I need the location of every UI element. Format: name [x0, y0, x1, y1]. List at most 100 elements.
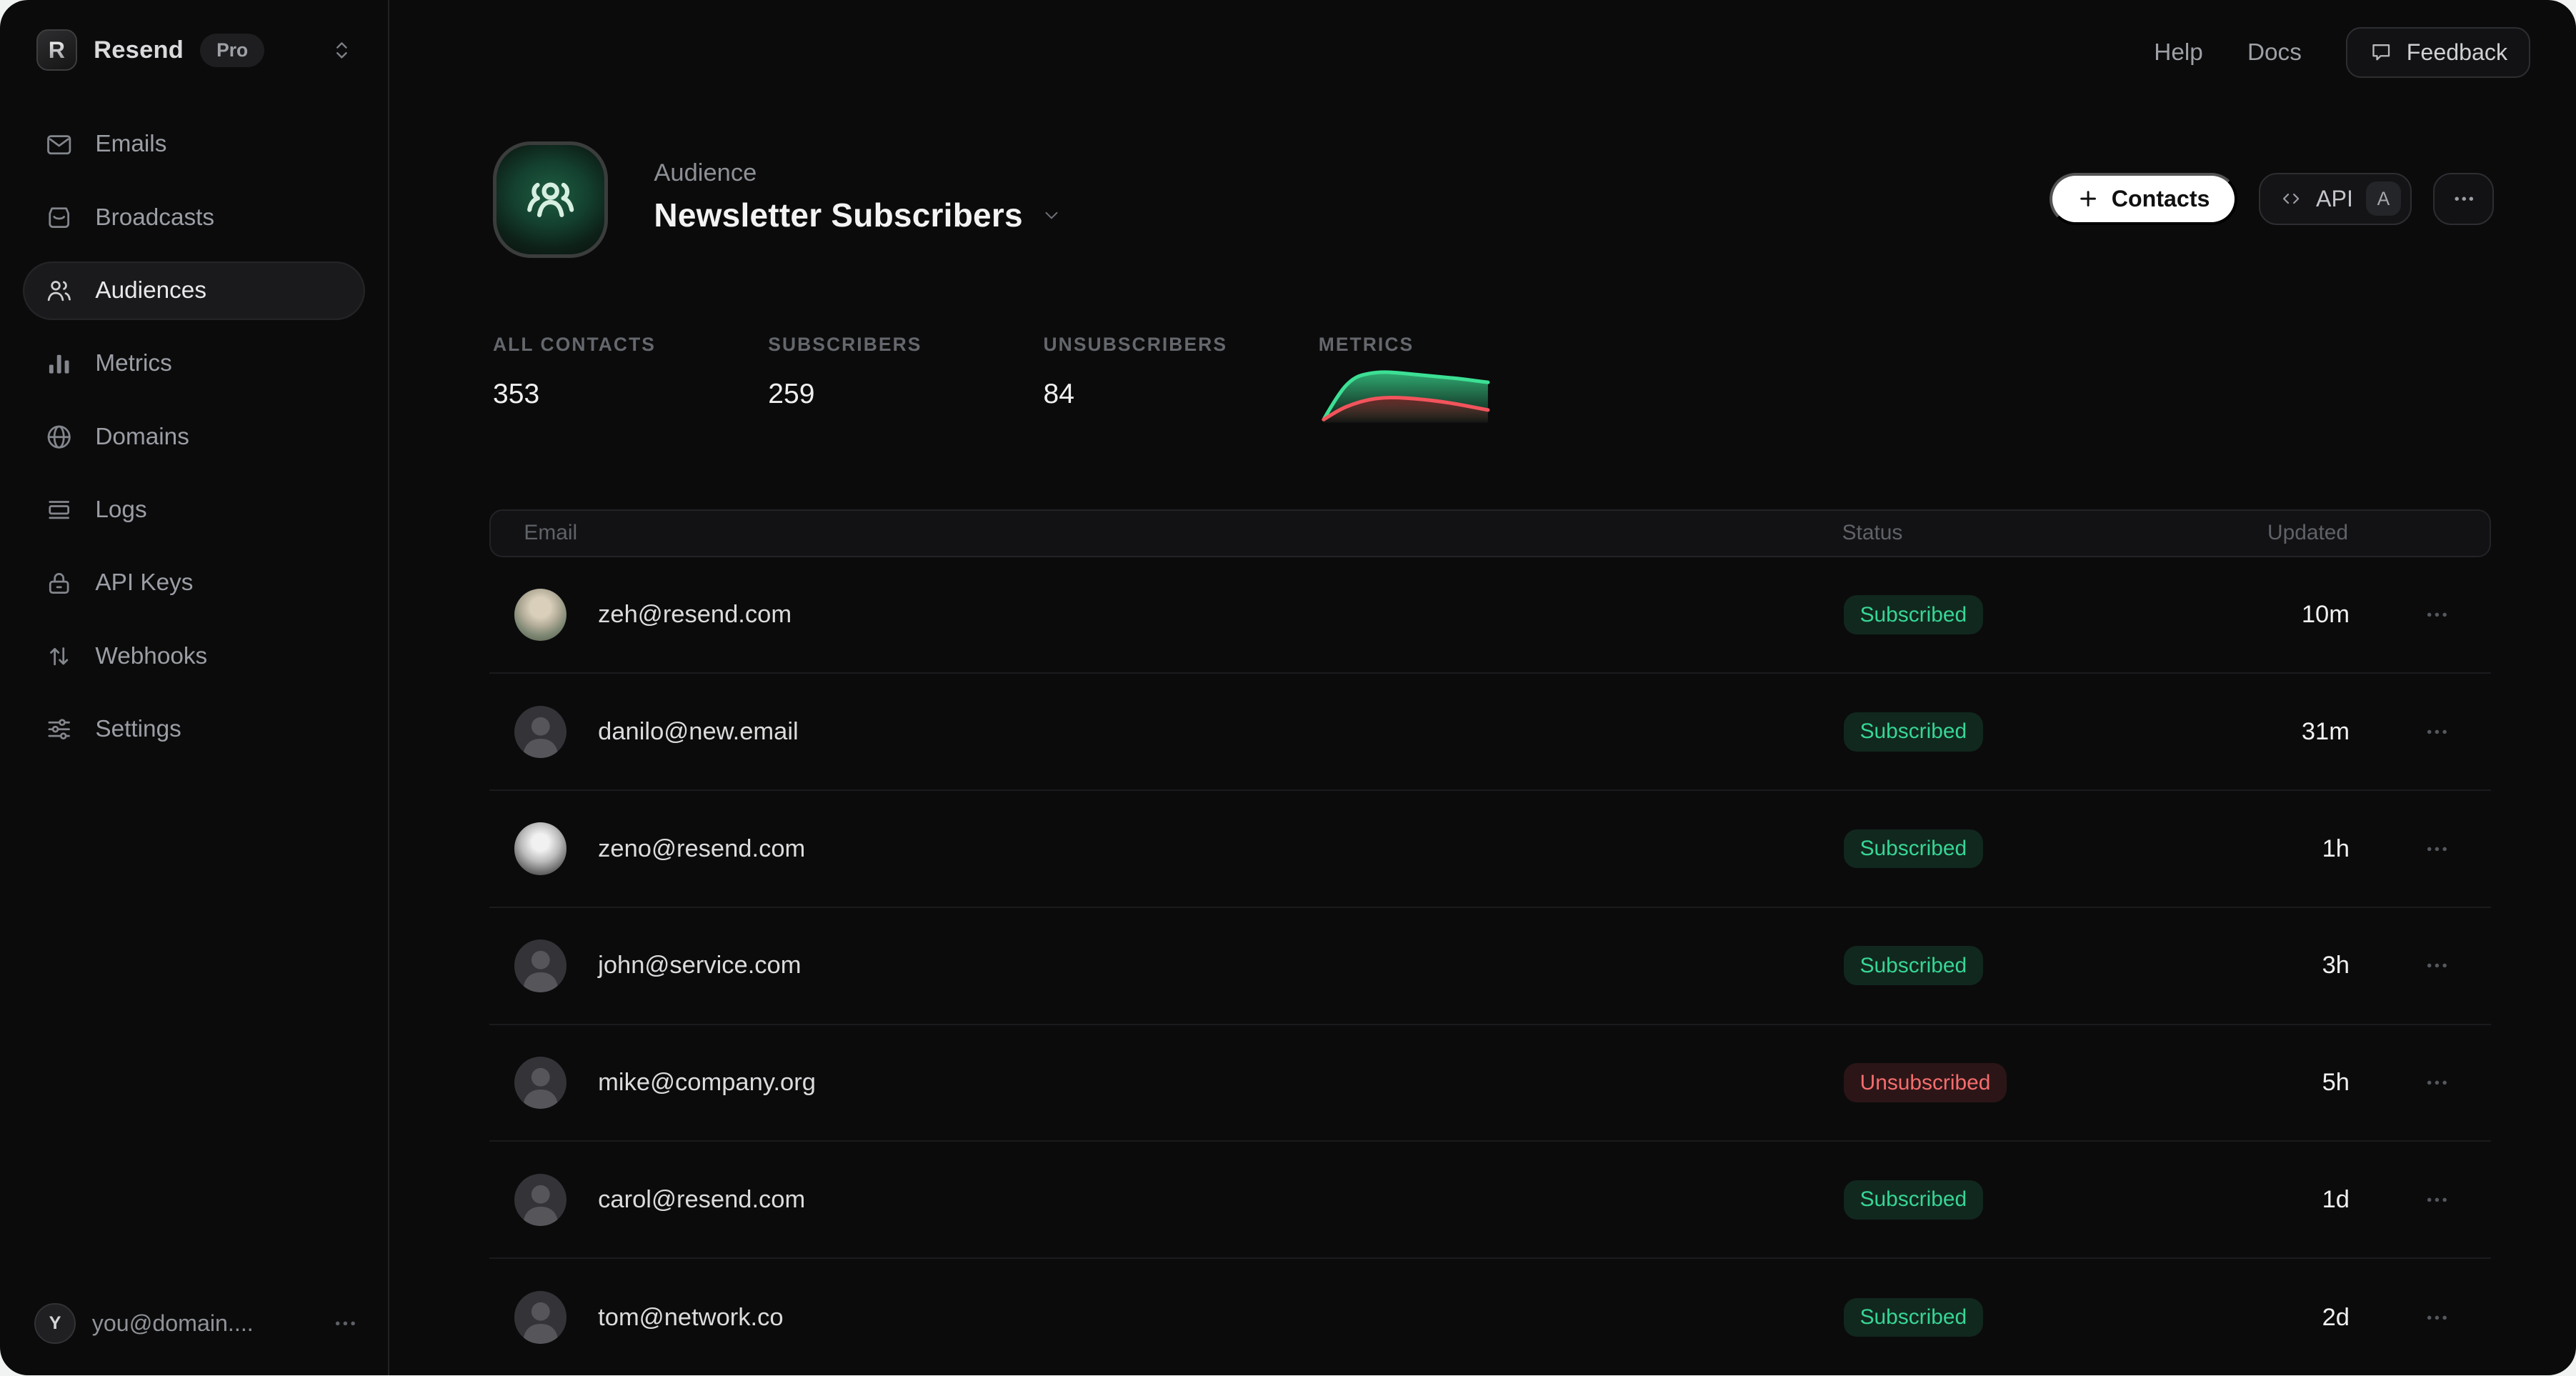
avatar-placeholder — [514, 706, 567, 759]
contact-email: danilo@new.email — [598, 718, 799, 746]
row-actions-button[interactable] — [2424, 1305, 2450, 1331]
user-email: you@domain.... — [92, 1310, 254, 1337]
stat-metrics: METRICS — [1319, 334, 1594, 423]
speech-bubble-icon — [2369, 40, 2394, 65]
people-group-icon — [519, 169, 581, 231]
status-badge: Subscribed — [1844, 829, 1984, 869]
logs-icon — [44, 495, 74, 524]
metrics-icon — [44, 349, 74, 379]
row-actions-button[interactable] — [2424, 719, 2450, 745]
avatar: Y — [34, 1303, 76, 1345]
user-account-row[interactable]: Y you@domain.... — [0, 1303, 388, 1375]
row-actions-button[interactable] — [2424, 1187, 2450, 1213]
status-badge: Unsubscribed — [1844, 1063, 2007, 1102]
app-window: R Resend Pro Emails Broadcasts Audiences Me… — [0, 0, 2576, 1375]
feedback-label: Feedback — [2407, 39, 2507, 66]
sidebar-item-label: Webhooks — [95, 643, 207, 670]
stat-unsubscribers: UNSUBSCRIBERS 84 — [1044, 334, 1319, 423]
status-badge: Subscribed — [1844, 1180, 1984, 1220]
stat-value: 259 — [768, 379, 1043, 410]
avatar-placeholder — [514, 1174, 567, 1227]
header-actions: Contacts API A — [2050, 173, 2494, 226]
page-title-row: Newsletter Subscribers — [654, 196, 1062, 234]
ellipsis-icon[interactable] — [332, 1310, 359, 1337]
table-row[interactable]: carol@resend.comSubscribed1d — [489, 1142, 2490, 1259]
code-icon — [2280, 187, 2302, 210]
status-badge: Subscribed — [1844, 946, 1984, 985]
contacts-table: Email Status Updated zeh@resend.com Subsc… — [489, 509, 2490, 1375]
sidebar-item-logs[interactable]: Logs — [23, 481, 365, 540]
avatar-placeholder — [514, 939, 567, 992]
sidebar-item-webhooks[interactable]: Webhooks — [23, 627, 365, 686]
contact-email: tom@network.co — [598, 1304, 783, 1332]
row-actions-button[interactable] — [2424, 602, 2450, 628]
column-header-updated: Updated — [2250, 521, 2348, 545]
sidebar-item-label: Logs — [95, 497, 146, 524]
row-actions-button[interactable] — [2424, 952, 2450, 979]
sidebar-item-label: Broadcasts — [95, 204, 214, 231]
docs-link[interactable]: Docs — [2247, 39, 2302, 66]
sidebar-item-settings[interactable]: Settings — [23, 700, 365, 759]
table-row[interactable]: tom@network.co Subscribed 2d — [489, 1259, 2490, 1375]
table-header: Email Status Updated — [489, 509, 2490, 557]
table-row[interactable]: danilo@new.email Subscribed 31m — [489, 674, 2490, 791]
page-eyebrow: Audience — [654, 159, 757, 187]
updated-time: 3h — [2251, 952, 2350, 979]
table-row[interactable]: zeno@resend.com Subscribed 1h — [489, 791, 2490, 908]
resend-logo: R — [36, 29, 78, 71]
column-header-email: Email — [524, 521, 1842, 545]
row-actions-button[interactable] — [2424, 836, 2450, 862]
stat-label: SUBSCRIBERS — [768, 334, 1043, 356]
workspace-switcher[interactable]: R Resend Pro — [0, 0, 388, 71]
sidebar-item-api-keys[interactable]: API Keys — [23, 554, 365, 613]
globe-icon — [44, 422, 74, 452]
sidebar-item-emails[interactable]: Emails — [23, 115, 365, 174]
contact-email: john@service.com — [598, 952, 801, 979]
topbar: Help Docs Feedback — [2154, 0, 2576, 105]
plan-badge: Pro — [200, 34, 264, 67]
table-row[interactable]: john@service.com Subscribed 3h — [489, 908, 2490, 1025]
updated-time: 2d — [2251, 1304, 2350, 1332]
table-row[interactable]: zeh@resend.comSubscribed10m — [489, 557, 2490, 674]
brand-name: Resend — [94, 36, 184, 64]
sidebar-item-broadcasts[interactable]: Broadcasts — [23, 188, 365, 247]
updated-time: 1h — [2251, 835, 2350, 863]
status-badge: Subscribed — [1844, 712, 1984, 752]
add-contacts-label: Contacts — [2112, 186, 2210, 212]
contact-email: carol@resend.com — [598, 1186, 805, 1214]
more-options-button[interactable] — [2433, 173, 2494, 226]
row-actions-button[interactable] — [2424, 1070, 2450, 1096]
sidebar: R Resend Pro Emails Broadcasts Audiences Me… — [0, 0, 389, 1375]
stat-value: 84 — [1044, 379, 1319, 410]
sidebar-item-label: Emails — [95, 131, 166, 158]
chevrons-up-down-icon[interactable] — [329, 37, 355, 64]
sliders-icon — [44, 714, 74, 744]
webhooks-icon — [44, 642, 74, 671]
page-title: Newsletter Subscribers — [654, 196, 1022, 234]
metrics-sparkline — [1319, 364, 1493, 423]
sidebar-item-metrics[interactable]: Metrics — [23, 334, 365, 394]
table-row[interactable]: mike@company.orgUnsubscribed5h — [489, 1025, 2490, 1142]
status-badge: Subscribed — [1844, 1298, 1984, 1337]
feedback-button[interactable]: Feedback — [2346, 27, 2530, 78]
updated-time: 31m — [2251, 718, 2350, 746]
api-button[interactable]: API A — [2259, 173, 2412, 226]
sidebar-item-audiences[interactable]: Audiences — [23, 261, 365, 321]
avatar-placeholder — [514, 1057, 567, 1110]
keyboard-shortcut-badge: A — [2366, 181, 2400, 216]
help-link[interactable]: Help — [2154, 39, 2203, 66]
chevron-down-icon[interactable] — [1041, 204, 1062, 226]
table-body: zeh@resend.comSubscribed10mdanilo@new.em… — [489, 557, 2490, 1375]
avatar-photo — [514, 822, 567, 875]
add-contacts-button[interactable]: Contacts — [2050, 173, 2237, 226]
sidebar-item-label: Domains — [95, 424, 189, 451]
audience-avatar — [493, 141, 608, 258]
column-header-status: Status — [1842, 521, 2250, 545]
contact-email: zeh@resend.com — [598, 601, 792, 629]
audiences-icon — [44, 276, 74, 305]
status-badge: Subscribed — [1844, 595, 1984, 634]
sidebar-item-domains[interactable]: Domains — [23, 407, 365, 467]
lock-icon — [44, 569, 74, 598]
stat-label: UNSUBSCRIBERS — [1044, 334, 1319, 356]
contact-email: zeno@resend.com — [598, 835, 805, 863]
